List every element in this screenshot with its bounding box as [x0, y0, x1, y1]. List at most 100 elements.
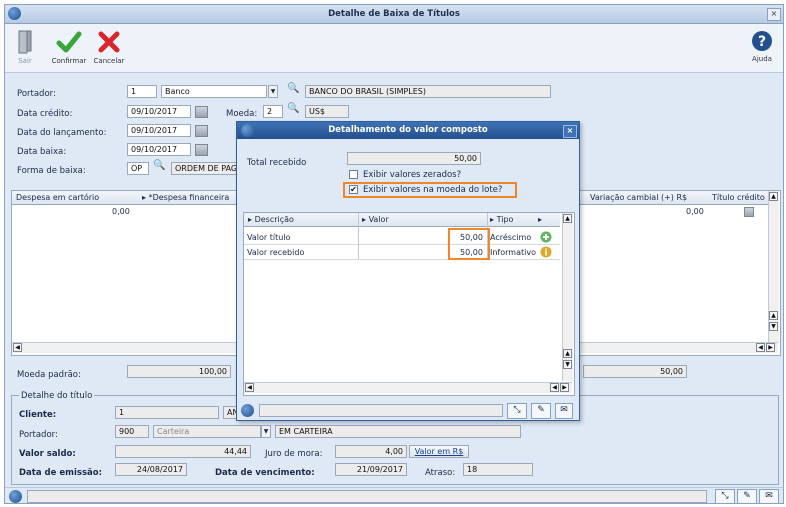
calendar-icon[interactable]: [195, 106, 208, 118]
chevron-down-icon[interactable]: ▼: [268, 85, 278, 98]
scroll-left-icon[interactable]: ◀: [756, 343, 765, 352]
column-header[interactable]: Título crédito: [712, 191, 765, 204]
total-recebido-field: 50,00: [347, 152, 481, 165]
window-close-button[interactable]: ×: [767, 8, 781, 21]
column-header[interactable]: Variação cambial (+) R$: [590, 191, 687, 204]
column-header[interactable]: ▸ Descrição: [248, 213, 294, 226]
scroll-top-icon[interactable]: ▲: [563, 349, 572, 358]
moeda-padrao-right-field: 50,00: [583, 365, 687, 378]
help-button[interactable]: ? Ajuda: [744, 29, 780, 63]
edit-icon[interactable]: ✎: [737, 489, 757, 503]
window-titlebar: Detalhe de Baixa de Títulos ×: [5, 5, 783, 24]
cancel-button[interactable]: Cancelar: [91, 29, 127, 65]
detalhamento-grid-header: ▸ Descrição ▸ Valor ▸ Tipo ▸: [244, 213, 560, 227]
exibir-zerados-checkbox[interactable]: [349, 170, 358, 179]
dialog-close-button[interactable]: ×: [563, 125, 577, 138]
portador-label: Portador:: [17, 89, 56, 99]
table-row[interactable]: Valor recebido 50,00 Informativo i: [244, 245, 560, 260]
emissao-label: Data de emissão:: [19, 468, 102, 478]
scroll-right-icon[interactable]: ▶: [766, 343, 775, 352]
atraso-field: 18: [463, 463, 533, 476]
scroll-up-icon[interactable]: ▲: [769, 192, 778, 201]
confirm-button[interactable]: Confirmar: [51, 29, 87, 65]
scroll-left-icon[interactable]: ◀: [245, 383, 254, 392]
valor-saldo-label: Valor saldo:: [19, 449, 76, 459]
detalhe-titulo-legend: Detalhe do título: [19, 391, 95, 401]
resize-icon[interactable]: ⤡: [715, 489, 735, 503]
column-header[interactable]: ▸ *Despesa financeira: [142, 191, 229, 204]
dialog-titlebar: Detalhamento do valor composto ×: [237, 122, 579, 139]
app-logo-icon: [241, 404, 254, 417]
juro-label: Juro de mora:: [265, 449, 323, 459]
info-icon: i: [540, 246, 552, 258]
tipo-cell: Informativo: [490, 248, 536, 257]
cliente-code-field: 1: [115, 406, 219, 419]
help-icon: ?: [752, 31, 772, 51]
moeda-padrao-field: 100,00: [127, 365, 231, 378]
scroll-down-icon[interactable]: ▼: [769, 322, 778, 331]
total-recebido-label: Total recebido: [247, 158, 307, 168]
column-divider: [358, 213, 359, 259]
column-header[interactable]: ▸ Tipo: [490, 213, 513, 226]
data-baixa-input[interactable]: 09/10/2017: [127, 143, 191, 156]
calendar-icon[interactable]: [195, 144, 208, 156]
valor-em-rs-button[interactable]: Valor em R$: [409, 445, 469, 458]
checkmark-icon: [56, 31, 82, 53]
data-lancamento-input[interactable]: 09/10/2017: [127, 124, 191, 137]
moeda-label: Moeda:: [226, 109, 258, 119]
edit-icon[interactable]: ✎: [531, 403, 551, 419]
moeda-code-input[interactable]: 2: [263, 105, 283, 118]
detalhamento-dialog: Detalhamento do valor composto × Total r…: [236, 121, 580, 421]
scroll-left-icon[interactable]: ◀: [13, 343, 22, 352]
column-header[interactable]: ▸: [538, 213, 542, 226]
vertical-scrollbar[interactable]: ▲ ▲ ▼: [562, 213, 573, 381]
column-header[interactable]: Despesa em cartório: [16, 191, 99, 204]
data-credito-label: Data crédito:: [17, 109, 73, 119]
svg-text:?: ?: [758, 34, 766, 50]
column-header[interactable]: ▸ Valor: [362, 213, 389, 226]
search-icon[interactable]: 🔍: [287, 103, 299, 114]
dialog-status-field: [259, 404, 503, 417]
valor-saldo-field: 44,44: [115, 445, 251, 458]
highlight-box: [448, 228, 490, 260]
exibir-zerados-label: Exibir valores zerados?: [363, 170, 462, 180]
chevron-down-icon: ▼: [261, 425, 271, 438]
search-icon[interactable]: 🔍: [287, 83, 299, 94]
cancel-x-icon: [98, 31, 120, 53]
document-icon[interactable]: [744, 207, 754, 217]
exibir-moeda-checkbox[interactable]: ✔: [349, 185, 358, 194]
plus-icon: [540, 231, 552, 243]
chat-icon[interactable]: ✉: [759, 489, 779, 503]
horizontal-scrollbar[interactable]: ◀ ◀ ▶: [244, 382, 572, 393]
data-baixa-label: Data baixa:: [17, 147, 67, 157]
scroll-right-icon[interactable]: ▶: [560, 383, 569, 392]
portador-name-field: BANCO DO BRASIL (SIMPLES): [305, 85, 551, 98]
table-row[interactable]: Valor título 50,00 Acréscimo: [244, 230, 560, 245]
chat-icon[interactable]: ✉: [555, 403, 573, 419]
scroll-up-icon[interactable]: ▲: [563, 214, 572, 223]
portador-code-input[interactable]: 1: [127, 85, 157, 98]
detalhe-portador-code-field: 900: [115, 425, 149, 438]
confirm-label: Confirmar: [51, 57, 87, 65]
data-credito-input[interactable]: 09/10/2017: [127, 105, 191, 118]
moeda-name-field: US$: [305, 105, 349, 118]
door-icon: [18, 30, 32, 54]
descricao-cell: Valor título: [247, 233, 291, 242]
portador-type-select[interactable]: Banco: [161, 85, 267, 98]
resize-icon[interactable]: ⤡: [507, 403, 527, 419]
scroll-top-icon[interactable]: ▲: [769, 311, 778, 320]
exit-button[interactable]: Sair: [7, 29, 43, 65]
vencimento-label: Data de vencimento:: [215, 468, 315, 478]
calendar-icon[interactable]: [195, 125, 208, 137]
cancel-label: Cancelar: [93, 57, 125, 65]
search-icon[interactable]: 🔍: [153, 160, 165, 171]
status-message-field: [27, 490, 707, 503]
app-logo-icon: [241, 124, 254, 137]
scroll-down-icon[interactable]: ▼: [563, 360, 572, 369]
forma-baixa-code-input[interactable]: OP: [127, 162, 149, 175]
juro-field: 4,00: [335, 445, 407, 458]
forma-baixa-label: Forma de baixa:: [17, 166, 86, 176]
detalhamento-grid: ▸ Descrição ▸ Valor ▸ Tipo ▸ Valor títul…: [243, 212, 575, 396]
scroll-left-icon[interactable]: ◀: [550, 383, 559, 392]
vertical-scrollbar[interactable]: ▲ ▲ ▼: [768, 191, 779, 343]
